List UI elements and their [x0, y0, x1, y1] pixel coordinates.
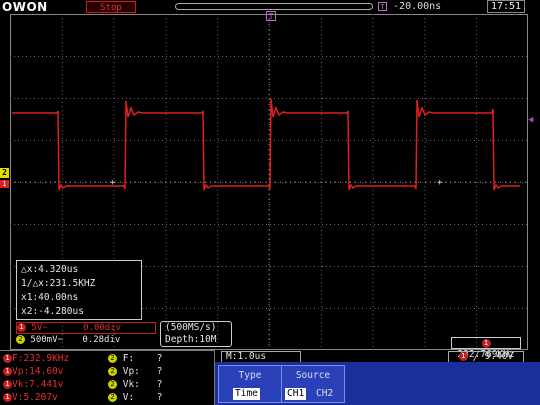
- meas-ch2-badge-icon: 2: [108, 380, 117, 389]
- meas-ch1-badge-icon: 1: [3, 380, 12, 389]
- memory-position-bar: [175, 3, 373, 10]
- meas-ch2-freq: 2 F:?: [108, 353, 162, 364]
- cursor-crosshair-right: +: [437, 178, 443, 188]
- trigger-level-marker[interactable]: ◀: [528, 115, 533, 125]
- menu-source-option-ch2[interactable]: CH2: [314, 388, 335, 400]
- ch2-volts-div: 500mV~: [30, 335, 63, 345]
- meas-ch1-badge-icon: 1: [3, 393, 12, 402]
- ch1-settings-row[interactable]: 1 5V~ 0.00div: [16, 322, 156, 334]
- ch2-ground-marker[interactable]: 2: [0, 168, 9, 178]
- trigger-time-readout: T -20.00ns: [378, 1, 441, 12]
- freq-channel-badge-icon: 1: [481, 339, 491, 348]
- meas-ch1-freq: 1 F:232.9KHz: [3, 353, 69, 364]
- meas-ch1-vp: 1 Vp:14.60v: [3, 366, 63, 377]
- menu-source-title: Source: [295, 370, 331, 381]
- menu-type-option-time[interactable]: Time: [233, 388, 260, 400]
- ch1-offset: 0.00div: [83, 323, 122, 333]
- meas-ch2-vk: 2 Vk:?: [108, 379, 162, 390]
- rising-edge-icon: ╱: [473, 352, 479, 362]
- menu-type-title: Type: [238, 370, 262, 381]
- menu-source-option-ch1[interactable]: CH1: [285, 388, 307, 400]
- cursor-readout-box: △x:4.320us 1/△x:231.5KHZ x1:40.00ns x2:-…: [16, 260, 142, 320]
- brand-logo: OWON: [2, 0, 48, 14]
- trigger-time-icon: T: [378, 1, 387, 11]
- measurement-panel: 1 F:232.9KHz 1 Vp:14.60v 1 Vk:7.441v 1 V:5.2…: [0, 350, 215, 405]
- run-status-badge: Stop: [86, 1, 136, 13]
- cursor-x1: x1:40.00ns: [21, 292, 79, 303]
- meas-ch1-v: 1 V:5.207v: [3, 392, 58, 403]
- menu-source-button[interactable]: Source CH1 CH2: [281, 365, 345, 403]
- trigger-source-badge-icon: 1: [458, 352, 468, 361]
- frequency-counter: 1 232.769KHz: [451, 337, 521, 360]
- menu-type-button[interactable]: Type Time: [218, 365, 282, 403]
- memory-depth: Depth:10M: [165, 334, 217, 345]
- meas-ch2-v: 2 V:?: [108, 392, 162, 403]
- sample-rate: (500MS/s): [165, 322, 217, 333]
- acquisition-info: (500MS/s) Depth:10M: [160, 321, 232, 347]
- trigger-time-value: -20.00ns: [393, 1, 442, 12]
- ch2-settings-row[interactable]: 2 500mV~ 0.28div: [16, 334, 156, 347]
- cursor-delta-x: △x:4.320us: [21, 264, 79, 275]
- ch2-badge-icon: 2: [16, 335, 25, 344]
- meas-ch2-badge-icon: 2: [108, 393, 117, 402]
- cursor-inverse-delta-x: 1/△x:231.5KHZ: [21, 278, 96, 289]
- ch1-ground-marker[interactable]: 1: [0, 180, 9, 188]
- ch2-offset: 0.28div: [82, 335, 121, 345]
- meas-ch1-vk: 1 Vk:7.441v: [3, 379, 63, 390]
- trigger-level-value: 9.40V: [484, 351, 514, 362]
- meas-ch1-badge-icon: 1: [3, 354, 12, 363]
- meas-ch2-vp: 2 Vp:?: [108, 366, 162, 377]
- meas-ch2-badge-icon: 2: [108, 367, 117, 376]
- ch1-volts-div: 5V~: [31, 323, 48, 333]
- clock: 17:51: [487, 0, 525, 13]
- cursor-crosshair-left: +: [110, 178, 116, 188]
- ch1-badge-icon: 1: [17, 323, 26, 332]
- meas-ch2-badge-icon: 2: [108, 354, 117, 363]
- softkey-menu: Type Time Source CH1 CH2: [215, 362, 540, 405]
- cursor-x2: x2:-4.280us: [21, 306, 84, 317]
- meas-ch1-badge-icon: 1: [3, 367, 12, 376]
